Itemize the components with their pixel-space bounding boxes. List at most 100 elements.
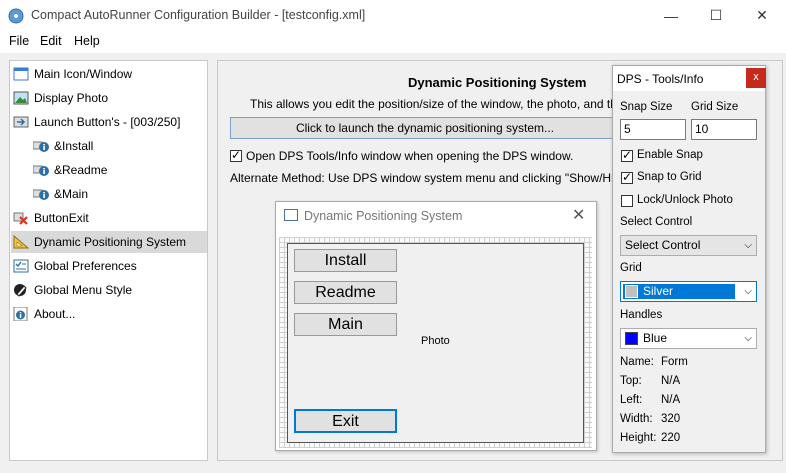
enable-snap-label: Enable Snap <box>637 149 703 161</box>
form-readme-button[interactable]: Readme <box>294 281 397 304</box>
tree-item-label: Global Menu Style <box>34 283 133 297</box>
info-name-value: Form <box>661 356 688 368</box>
info-icon <box>13 307 28 321</box>
form-exit-button[interactable]: Exit <box>294 409 397 433</box>
tools-window-title: DPS - Tools/Info <box>617 72 704 86</box>
page-title: Dynamic Positioning System <box>408 75 587 90</box>
info-height-key: Height: <box>620 432 657 444</box>
config-tree: Main Icon/Window Display Photo Launch Bu… <box>9 60 208 461</box>
tree-item-label: About... <box>34 307 76 321</box>
app-disc-icon <box>8 8 24 24</box>
snap-size-input[interactable]: 5 <box>620 119 686 140</box>
tree-item-install[interactable]: &Install <box>33 135 206 157</box>
form-main-button[interactable]: Main <box>294 313 397 336</box>
dps-form[interactable]: Install Readme Main Photo Exit <box>287 243 584 443</box>
select-control-dropdown[interactable]: Select Control ⌵ <box>620 235 757 256</box>
grid-color-swatch <box>625 285 638 299</box>
tree-item-global-preferences[interactable]: Global Preferences <box>13 255 206 277</box>
dps-window-title: Dynamic Positioning System <box>304 209 463 223</box>
menu-help[interactable]: Help <box>74 34 100 48</box>
tree-item-label: &Readme <box>54 163 108 177</box>
window-title: Compact AutoRunner Configuration Builder… <box>31 8 366 22</box>
tree-item-label: Global Preferences <box>34 259 137 273</box>
handles-color-dropdown[interactable]: Blue ⌵ <box>620 328 757 349</box>
chevron-down-icon: ⌵ <box>744 286 752 297</box>
tree-item-label: &Main <box>54 187 89 201</box>
tree-item-dynamic-positioning-system[interactable]: Dynamic Positioning System <box>11 231 207 253</box>
info-button-icon <box>33 165 49 176</box>
tree-item-readme[interactable]: &Readme <box>33 159 206 181</box>
tree-item-label: &Install <box>54 139 94 153</box>
snap-to-grid-label: Snap to Grid <box>637 171 702 183</box>
snap-to-grid-checkbox[interactable] <box>621 170 633 184</box>
select-control-label: Select Control <box>620 216 693 228</box>
info-top-value: N/A <box>661 375 681 387</box>
lock-photo-checkbox[interactable] <box>621 195 633 207</box>
tree-item-launch-buttons[interactable]: Launch Button's - [003/250] <box>13 111 206 133</box>
chevron-down-icon: ⌵ <box>744 333 752 344</box>
info-name-key: Name: <box>620 356 654 368</box>
info-width-key: Width: <box>620 413 653 425</box>
pen-icon <box>14 284 27 297</box>
info-height-value: 220 <box>661 432 681 444</box>
tree-item-about[interactable]: About... <box>13 303 206 325</box>
menu-edit[interactable]: Edit <box>40 34 62 48</box>
form-photo[interactable]: Photo <box>421 335 450 347</box>
dps-window-close-button[interactable]: ✕ <box>572 205 585 225</box>
exit-icon <box>13 212 28 225</box>
launch-dps-button[interactable]: Click to launch the dynamic positioning … <box>230 117 620 139</box>
info-left-key: Left: <box>620 394 643 406</box>
tree-item-label: Main Icon/Window <box>34 67 133 81</box>
launch-icon <box>13 116 29 128</box>
info-left-value: N/A <box>661 394 681 406</box>
chevron-down-icon: ⌵ <box>744 240 752 251</box>
menu-bar: File Edit Help <box>0 31 786 53</box>
grid-color-highlight <box>623 284 735 299</box>
tree-item-label: Dynamic Positioning System <box>34 235 187 249</box>
ruler-icon <box>13 235 29 249</box>
grid-color-label: Grid <box>620 262 642 274</box>
dps-grid-canvas[interactable]: Install Readme Main Photo Exit <box>279 237 592 448</box>
maximize-button[interactable]: ☐ <box>693 0 739 31</box>
open-dps-tools-checkbox[interactable] <box>230 148 242 162</box>
checklist-icon <box>13 259 29 273</box>
tree-item-button-exit[interactable]: ButtonExit <box>13 207 206 229</box>
form-window-icon <box>284 209 298 221</box>
tree-item-label: Launch Button's - [003/250] <box>34 115 181 129</box>
form-install-button[interactable]: Install <box>294 249 397 272</box>
open-dps-tools-label: Open DPS Tools/Info window when opening … <box>246 149 574 163</box>
handles-color-value: Blue <box>643 331 668 345</box>
handles-color-label: Handles <box>620 309 663 321</box>
close-button[interactable]: ✕ <box>739 0 785 31</box>
grid-size-label: Grid Size <box>691 101 739 113</box>
menu-file[interactable]: File <box>9 34 29 48</box>
title-bar: Compact AutoRunner Configuration Builder… <box>0 0 786 31</box>
photo-icon <box>13 91 29 105</box>
grid-size-input[interactable]: 10 <box>691 119 757 140</box>
tree-item-label: Display Photo <box>34 91 109 105</box>
tools-title-bar: DPS - Tools/Info x <box>613 66 766 91</box>
window-icon <box>13 67 29 81</box>
grid-color-dropdown[interactable]: Silver ⌵ <box>620 281 757 302</box>
alternate-method-text: Alternate Method: Use DPS window system … <box>230 171 620 185</box>
tree-item-display-photo[interactable]: Display Photo <box>13 87 206 109</box>
tree-item-global-menu-style[interactable]: Global Menu Style <box>13 279 206 301</box>
handles-color-swatch <box>625 332 638 346</box>
dps-tools-window: DPS - Tools/Info x Snap Size Grid Size 5… <box>612 65 766 453</box>
tree-item-main-icon-window[interactable]: Main Icon/Window <box>13 63 206 85</box>
grid-color-value: Silver <box>643 284 674 298</box>
info-button-icon <box>33 141 49 152</box>
info-button-icon <box>33 189 49 200</box>
lock-photo-label: Lock/Unlock Photo <box>637 194 733 206</box>
tools-close-button[interactable]: x <box>746 68 766 88</box>
minimize-button[interactable]: — <box>648 0 694 31</box>
info-top-key: Top: <box>620 375 642 387</box>
select-control-value: Select Control <box>625 238 701 252</box>
tree-item-main[interactable]: &Main <box>33 183 206 205</box>
tree-item-label: ButtonExit <box>34 211 89 225</box>
snap-size-label: Snap Size <box>620 101 673 113</box>
enable-snap-checkbox[interactable] <box>621 148 633 162</box>
info-width-value: 320 <box>661 413 681 425</box>
dps-description: This allows you edit the position/size o… <box>250 97 630 111</box>
dps-preview-window[interactable]: Dynamic Positioning System ✕ Install Rea… <box>275 201 597 451</box>
